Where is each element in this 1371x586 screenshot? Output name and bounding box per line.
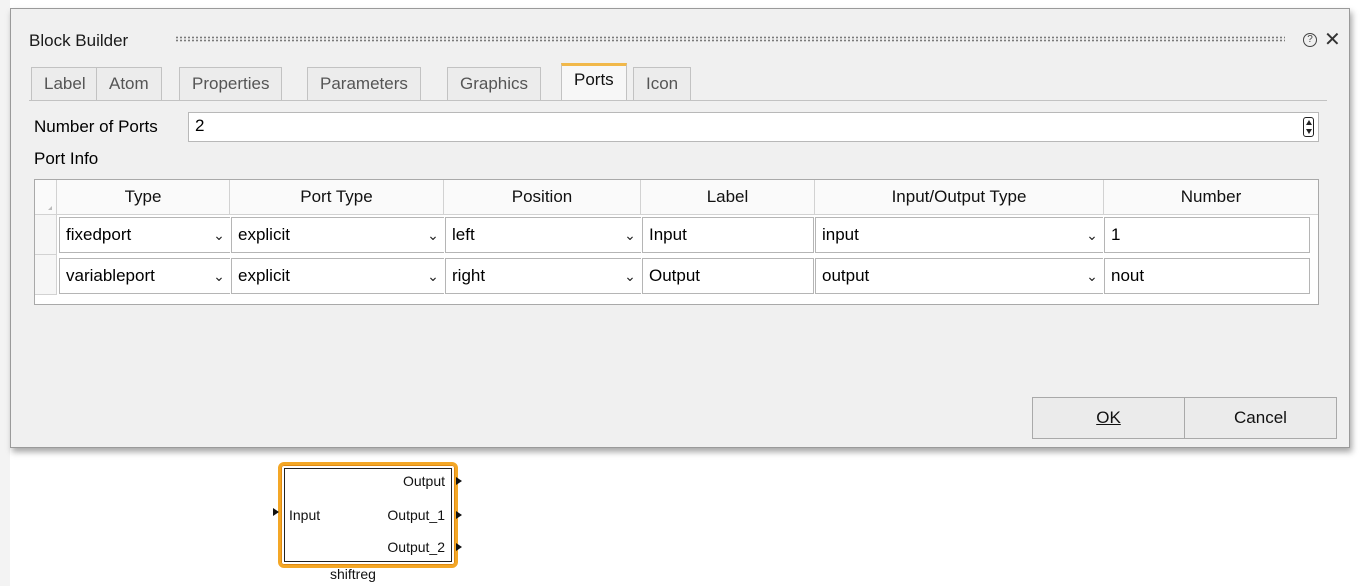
ok-button-label: OK: [1096, 408, 1121, 427]
cell-io-type[interactable]: input: [815, 217, 1082, 253]
tab-ports[interactable]: Ports: [561, 63, 627, 100]
shiftreg-block[interactable]: Input Output Output_1 Output_2: [278, 462, 458, 568]
dialog-title: Block Builder: [29, 31, 129, 50]
cancel-button-label: Cancel: [1234, 408, 1287, 427]
chevron-down-icon[interactable]: ⌄: [619, 258, 641, 294]
port-info-table: Type Port Type Position Label Input/Outp…: [34, 179, 1319, 305]
block-output-label: Output: [402, 473, 445, 489]
cell-type[interactable]: fixedport: [59, 217, 209, 253]
tab-properties[interactable]: Properties: [179, 67, 283, 100]
tab-parameters[interactable]: Parameters: [307, 67, 421, 100]
chevron-down-icon[interactable]: ⌄: [208, 217, 230, 253]
cell-position[interactable]: left: [445, 217, 620, 253]
chevron-down-icon[interactable]: ⌄: [422, 258, 444, 294]
chevron-down-icon[interactable]: ⌄: [422, 217, 444, 253]
block-output-label: Output_1: [387, 507, 445, 523]
cancel-button[interactable]: Cancel: [1184, 397, 1337, 439]
chevron-down-icon[interactable]: ⌄: [1081, 258, 1103, 294]
input-port-icon[interactable]: [273, 508, 279, 516]
chevron-down-icon[interactable]: ⌄: [1081, 217, 1103, 253]
column-header-number[interactable]: Number: [1104, 180, 1318, 215]
cell-label[interactable]: Output: [642, 258, 814, 294]
column-header-label[interactable]: Label: [641, 180, 815, 215]
tab-icon[interactable]: Icon: [633, 67, 692, 100]
cell-port-type[interactable]: explicit: [231, 258, 423, 294]
column-header-port-type[interactable]: Port Type: [230, 180, 444, 215]
cell-io-type[interactable]: output: [815, 258, 1082, 294]
close-icon[interactable]: ✕: [1324, 27, 1341, 52]
row-header[interactable]: [35, 255, 57, 295]
block-output-label: Output_2: [387, 539, 445, 555]
output-port-icon[interactable]: [456, 477, 462, 485]
column-header-position[interactable]: Position: [444, 180, 641, 215]
ok-button[interactable]: OK: [1032, 397, 1185, 439]
table-corner[interactable]: [35, 180, 57, 215]
column-header-io-type[interactable]: Input/Output Type: [815, 180, 1104, 215]
number-of-ports-value: 2: [195, 116, 205, 135]
cell-number[interactable]: nout: [1104, 258, 1310, 294]
port-info-label: Port Info: [34, 149, 99, 168]
title-bar[interactable]: Block Builder ? ✕: [11, 9, 1349, 53]
cell-type[interactable]: variableport: [59, 258, 209, 294]
cell-number[interactable]: 1: [1104, 217, 1310, 253]
output-port-icon[interactable]: [456, 511, 462, 519]
tab-divider: [29, 100, 1327, 101]
block-builder-dialog: Block Builder ? ✕ Label Atom Properties …: [10, 8, 1350, 448]
output-port-icon[interactable]: [456, 543, 462, 551]
chevron-down-icon[interactable]: ⌄: [208, 258, 230, 294]
block-input-label: Input: [289, 507, 321, 523]
drag-grip[interactable]: [175, 36, 1285, 42]
number-of-ports-label: Number of Ports: [34, 117, 158, 136]
left-edge: [0, 0, 10, 586]
row-header[interactable]: [35, 215, 57, 255]
block-name-label: shiftreg: [330, 566, 376, 582]
cell-label[interactable]: Input: [642, 217, 814, 253]
tab-atom[interactable]: Atom: [96, 67, 162, 100]
column-header-type[interactable]: Type: [57, 180, 230, 215]
help-icon[interactable]: ?: [1303, 33, 1317, 47]
number-of-ports-input[interactable]: 2: [188, 112, 1319, 142]
chevron-down-icon[interactable]: ⌄: [619, 217, 641, 253]
cell-port-type[interactable]: explicit: [231, 217, 423, 253]
cell-position[interactable]: right: [445, 258, 620, 294]
spinner-icon[interactable]: [1303, 117, 1314, 137]
tab-graphics[interactable]: Graphics: [447, 67, 542, 100]
tab-label[interactable]: Label: [31, 67, 99, 100]
